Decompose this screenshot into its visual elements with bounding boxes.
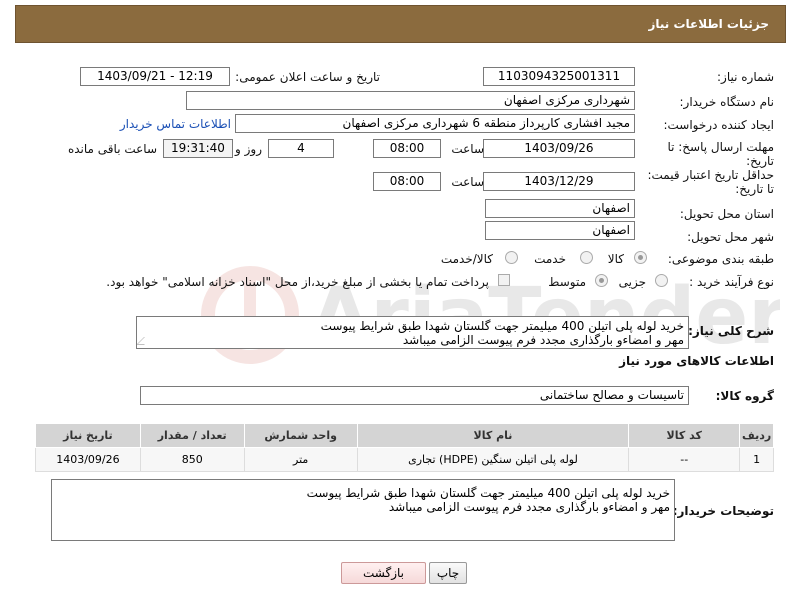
goods-group-label: گروه کالا:: [715, 389, 774, 403]
description-label: شرح کلی نیاز:: [688, 324, 774, 338]
price-validity-time: 08:00: [373, 172, 441, 191]
col-goods-name: نام کالا: [356, 423, 630, 448]
cell-row-number: 1: [739, 447, 774, 472]
purchase-process-label: نوع فرآیند خرید :: [689, 275, 774, 289]
cell-unit: متر: [243, 447, 358, 472]
goods-table: ردیف کد کالا نام کالا واحد شمارش تعداد /…: [35, 423, 774, 472]
need-number-label: شماره نیاز:: [717, 70, 774, 84]
print-button[interactable]: چاپ: [429, 562, 467, 584]
col-quantity: تعداد / مقدار: [139, 423, 245, 448]
category-label: طبقه بندی موضوعی:: [667, 252, 774, 266]
page-header: جزئیات اطلاعات نیاز: [15, 5, 786, 43]
cell-goods-name: لوله پلی اتیلن سنگین (HDPE) تجاری: [356, 447, 630, 472]
process-option-minor: جزیی: [618, 275, 646, 289]
buyer-notes-line-1: خرید لوله پلی اتیلن 400 میلیمتر جهت گلست…: [306, 486, 670, 500]
page-title: جزئیات اطلاعات نیاز: [648, 17, 769, 31]
delivery-city-label: شهر محل تحویل:: [687, 230, 774, 244]
buyer-notes-textarea: خرید لوله پلی اتیلن 400 میلیمتر جهت گلست…: [51, 479, 675, 541]
category-radio-goods[interactable]: [634, 251, 647, 264]
category-radio-goods-service[interactable]: [505, 251, 518, 264]
need-number-field: 1103094325001311: [483, 67, 635, 86]
col-unit: واحد شمارش: [243, 423, 358, 448]
cell-quantity: 850: [139, 447, 245, 472]
cell-need-date: 1403/09/26: [35, 447, 141, 472]
reply-deadline-label: مهلت ارسال پاسخ: تا تاریخ:: [667, 140, 774, 168]
delivery-province-field: اصفهان: [485, 199, 635, 218]
description-textarea: خرید لوله پلی اتیلن 400 میلیمتر جهت گلست…: [136, 316, 689, 349]
category-radio-service[interactable]: [580, 251, 593, 264]
reply-deadline-time-label: ساعت: [451, 142, 484, 156]
price-validity-time-label: ساعت: [451, 175, 484, 189]
process-option-medium: متوسط: [548, 275, 586, 289]
remaining-time: 19:31:40: [163, 139, 233, 158]
price-validity-date: 1403/12/29: [483, 172, 635, 191]
table-row: 1 -- لوله پلی اتیلن سنگین (HDPE) تجاری م…: [35, 447, 774, 472]
reply-deadline-time: 08:00: [373, 139, 441, 158]
buyer-contact-link[interactable]: اطلاعات تماس خریدار: [120, 117, 231, 131]
category-option-goods-service: کالا/خدمت: [440, 252, 493, 266]
delivery-province-label: استان محل تحویل:: [679, 207, 774, 221]
announce-datetime-field: 1403/09/21 - 12:19: [80, 67, 230, 86]
col-need-date: تاریخ نیاز: [35, 423, 141, 448]
category-option-goods: کالا: [607, 252, 624, 266]
price-validity-label: حداقل تاریخ اعتبار قیمت: تا تاریخ:: [647, 168, 774, 196]
goods-group-field: تاسیسات و مصالح ساختمانی: [140, 386, 689, 405]
delivery-city-field: اصفهان: [485, 221, 635, 240]
treasury-payment-checkbox[interactable]: [498, 274, 510, 286]
description-line-1: خرید لوله پلی اتیلن 400 میلیمتر جهت گلست…: [320, 319, 684, 333]
buyer-notes-label: توضیحات خریدار:: [672, 504, 774, 518]
requester-field: مجید افشاری کارپرداز منطقه 6 شهرداری مرک…: [235, 114, 635, 133]
requester-label: ایجاد کننده درخواست:: [663, 118, 774, 132]
reply-deadline-date: 1403/09/26: [483, 139, 635, 158]
process-radio-medium[interactable]: [595, 274, 608, 287]
cell-goods-code: --: [628, 447, 741, 472]
announce-datetime-label: تاریخ و ساعت اعلان عمومی:: [235, 70, 380, 84]
col-goods-code: کد کالا: [628, 423, 741, 448]
table-header-row: ردیف کد کالا نام کالا واحد شمارش تعداد /…: [35, 423, 774, 448]
process-radio-minor[interactable]: [655, 274, 668, 287]
goods-section-title: اطلاعات کالاهای مورد نیاز: [619, 354, 774, 368]
description-line-2: مهر و امضاءو بارگذاری مجدد فرم پیوست الز…: [402, 333, 684, 347]
back-button[interactable]: بازگشت: [341, 562, 426, 584]
remaining-days: 4: [268, 139, 334, 158]
remaining-time-label: ساعت باقی مانده: [67, 142, 157, 156]
col-row-number: ردیف: [739, 423, 774, 448]
buyer-notes-line-2: مهر و امضاءو بارگذاری مجدد فرم پیوست الز…: [388, 500, 670, 514]
category-option-service: خدمت: [534, 252, 566, 266]
treasury-payment-note: پرداخت تمام یا بخشی از مبلغ خرید،از محل …: [106, 275, 489, 289]
remaining-days-label: روز و: [235, 142, 262, 156]
buyer-org-label: نام دستگاه خریدار:: [679, 95, 775, 109]
buyer-org-field: شهرداری مرکزی اصفهان: [186, 91, 635, 110]
